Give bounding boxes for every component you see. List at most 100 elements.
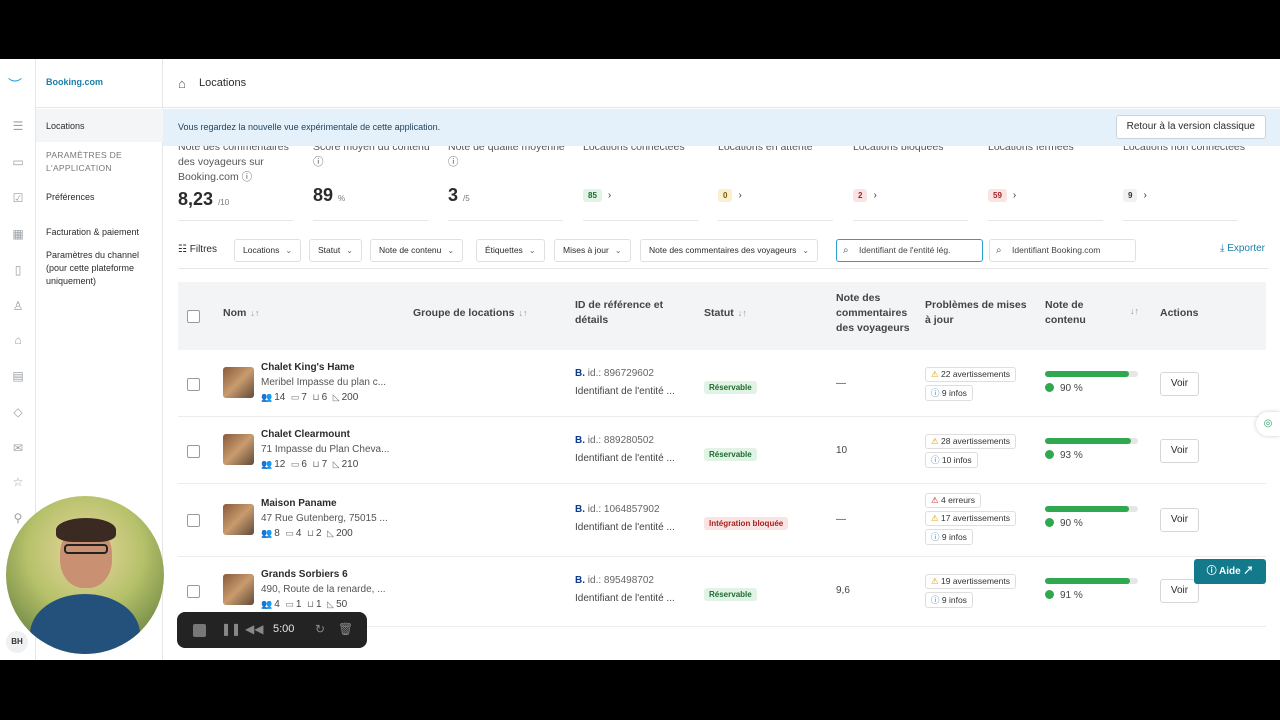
chevron-right-icon: ›: [873, 190, 877, 201]
classic-version-button[interactable]: Retour à la version classique: [1115, 115, 1266, 139]
content-progress-fill: [1045, 371, 1129, 377]
restart-icon[interactable]: ↻: [315, 622, 325, 636]
sidebar-item-preferences[interactable]: Préférences: [46, 191, 156, 204]
filters-label[interactable]: ☷ Filtres: [178, 244, 217, 255]
view-button[interactable]: Voir: [1160, 372, 1199, 396]
sidebar-item-channel-settings[interactable]: Paramètres du channel (pour cette platef…: [46, 249, 156, 288]
booking-id: B. id.: 896729602: [575, 368, 654, 379]
row-checkbox[interactable]: [187, 585, 200, 598]
warning-icon: ⚠: [931, 369, 939, 379]
check-icon[interactable]: ☑: [11, 191, 25, 205]
info-icon: ⓘ: [931, 532, 940, 542]
star-icon[interactable]: ☆: [11, 475, 25, 489]
content-score: 93 %: [1045, 450, 1083, 461]
kpi-blocked[interactable]: Locations bloquées 2 ›: [853, 146, 978, 221]
filter-status[interactable]: Statut ⌄: [309, 239, 362, 262]
brand-name: Booking.com: [46, 77, 104, 87]
divider: [1123, 220, 1238, 221]
row-checkbox[interactable]: [187, 514, 200, 527]
status-badge: Réservable: [704, 584, 757, 602]
stop-icon[interactable]: [193, 624, 206, 637]
property-name[interactable]: Chalet King's Hame: [261, 362, 355, 373]
card-icon[interactable]: ▤: [11, 369, 25, 383]
row-checkbox[interactable]: [187, 378, 200, 391]
list-icon[interactable]: ☰: [11, 119, 25, 133]
export-button[interactable]: ⤓ Exporter: [1220, 243, 1265, 254]
view-button[interactable]: Voir: [1160, 508, 1199, 532]
filter-guest-reviews[interactable]: Note des commentaires des voyageurs ⌄: [640, 239, 819, 262]
kpi-review-score: Note des commentaires des voyageurs sur …: [178, 146, 303, 221]
calendar-icon[interactable]: ▦: [11, 227, 25, 241]
bed-icon: ▭: [290, 459, 300, 469]
mail-icon[interactable]: ✉: [11, 441, 25, 455]
view-button[interactable]: Voir: [1160, 579, 1199, 603]
filter-tags[interactable]: Étiquettes ⌄: [476, 239, 545, 262]
divider: [36, 107, 163, 108]
kpi-not-connected[interactable]: Locations non connectées 9 ›: [1123, 146, 1248, 221]
chevron-down-icon: ⌄: [346, 246, 353, 255]
book-icon[interactable]: ▯: [11, 263, 25, 277]
tag-icon[interactable]: ◇: [11, 405, 25, 419]
count-badge: 2: [853, 189, 868, 202]
col-updates: Problèmes de mises à jour: [925, 299, 1027, 326]
guests-icon: 👥: [261, 392, 273, 402]
sidebar-item-billing[interactable]: Facturation & paiement: [46, 226, 156, 239]
bath-icon: ⊔: [312, 392, 320, 402]
sidebar-item-locations[interactable]: Locations: [46, 120, 156, 133]
area-icon: ◺: [327, 599, 335, 609]
chevron-down-icon: ⌄: [802, 246, 810, 255]
filter-locations[interactable]: Locations ⌄: [234, 239, 302, 262]
chevron-right-icon: ›: [607, 190, 612, 201]
status-dot: [1045, 518, 1054, 527]
col-status[interactable]: Statut ↓↑: [704, 306, 747, 321]
filter-updates[interactable]: Mises à jour ⌄: [554, 239, 631, 262]
property-thumbnail: [223, 434, 254, 465]
infos-pill[interactable]: ⓘ 9 infos: [925, 592, 973, 608]
chevron-down-icon: ⌄: [614, 246, 622, 255]
sort-icon[interactable]: ↓↑: [1130, 306, 1139, 316]
kpi-closed[interactable]: Locations fermées 59 ›: [988, 146, 1113, 221]
infos-pill[interactable]: ⓘ 9 infos: [925, 529, 973, 545]
booking-id-search[interactable]: ⌕ Identifiant Booking.com: [989, 239, 1136, 262]
col-name[interactable]: Nom ↓↑: [223, 306, 259, 321]
warnings-pill[interactable]: ⚠ 17 avertissements: [925, 511, 1016, 526]
col-group[interactable]: Groupe de locations ↓↑: [413, 306, 528, 321]
presenter-body: [30, 594, 140, 654]
sort-icon: ↓↑: [737, 308, 747, 318]
view-button[interactable]: Voir: [1160, 439, 1199, 463]
row-checkbox[interactable]: [187, 445, 200, 458]
inbox-icon[interactable]: ▭: [11, 155, 25, 169]
kpi-pending[interactable]: Locations en attente 0 ›: [718, 146, 843, 221]
kpi-label: Locations bloquées: [853, 146, 944, 153]
property-name[interactable]: Maison Paname: [261, 498, 337, 509]
select-all-checkbox[interactable]: [187, 310, 200, 323]
network-icon[interactable]: ⚲: [11, 511, 25, 525]
user-avatar[interactable]: BH: [6, 631, 28, 653]
help-icon: ⓘ: [1206, 566, 1219, 577]
kpi-label: Note des commentaires des voyageurs sur …: [178, 146, 289, 183]
infos-pill[interactable]: ⓘ 9 infos: [925, 385, 973, 401]
kpi-value: 3 /5: [448, 185, 470, 205]
warnings-pill[interactable]: ⚠ 28 avertissements: [925, 434, 1016, 449]
filter-content-score[interactable]: Note de contenu ⌄: [370, 239, 464, 262]
status-dot: [1045, 590, 1054, 599]
pause-icon[interactable]: ❚❚: [221, 622, 241, 636]
kpi-connected[interactable]: Locations connectées 85 ›: [583, 146, 708, 221]
property-name[interactable]: Grands Sorbiers 6: [261, 569, 348, 580]
errors-pill[interactable]: ⚠ 4 erreurs: [925, 493, 982, 508]
assistant-tab-icon[interactable]: ◎: [1256, 412, 1280, 436]
app-logo-icon[interactable]: ︶: [8, 75, 22, 95]
home-icon[interactable]: ⌂: [178, 76, 186, 91]
legal-entity-search[interactable]: ⌕ Identifiant de l'entité lég.: [836, 239, 983, 262]
col-content: Note de contenu: [1045, 299, 1086, 326]
trash-icon[interactable]: 🗑: [338, 622, 353, 636]
users-icon[interactable]: ♙: [11, 299, 25, 313]
warnings-pill[interactable]: ⚠ 22 avertissements: [925, 367, 1016, 382]
warnings-pill[interactable]: ⚠ 19 avertissements: [925, 574, 1016, 589]
property-name[interactable]: Chalet Clearmount: [261, 429, 350, 440]
infos-pill[interactable]: ⓘ 10 infos: [925, 452, 978, 468]
rewind-icon[interactable]: ◀◀: [245, 622, 263, 636]
divider: [583, 220, 698, 221]
help-button[interactable]: ⓘ Aide ↗: [1194, 559, 1266, 584]
home-icon[interactable]: ⌂: [11, 333, 25, 347]
